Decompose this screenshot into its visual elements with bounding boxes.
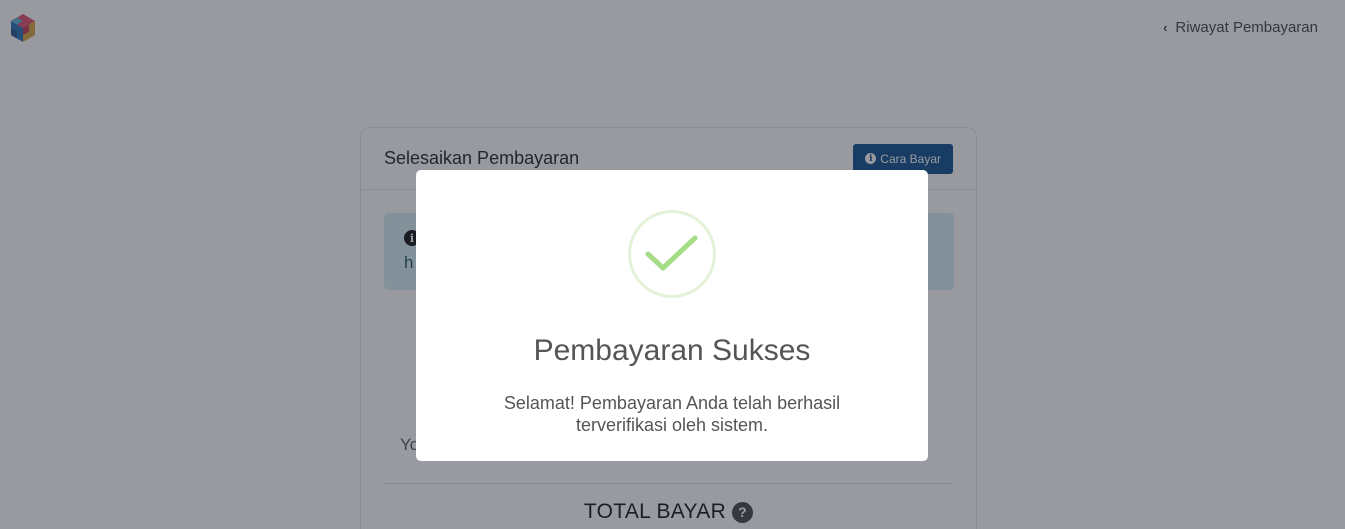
modal-title: Pembayaran Sukses [533, 334, 811, 367]
modal-message: Selamat! Pembayaran Anda telah berhasil … [503, 393, 841, 435]
check-circle-icon [628, 210, 716, 298]
checkmark-icon [645, 235, 698, 271]
success-modal: Pembayaran Sukses Selamat! Pembayaran An… [416, 170, 928, 461]
